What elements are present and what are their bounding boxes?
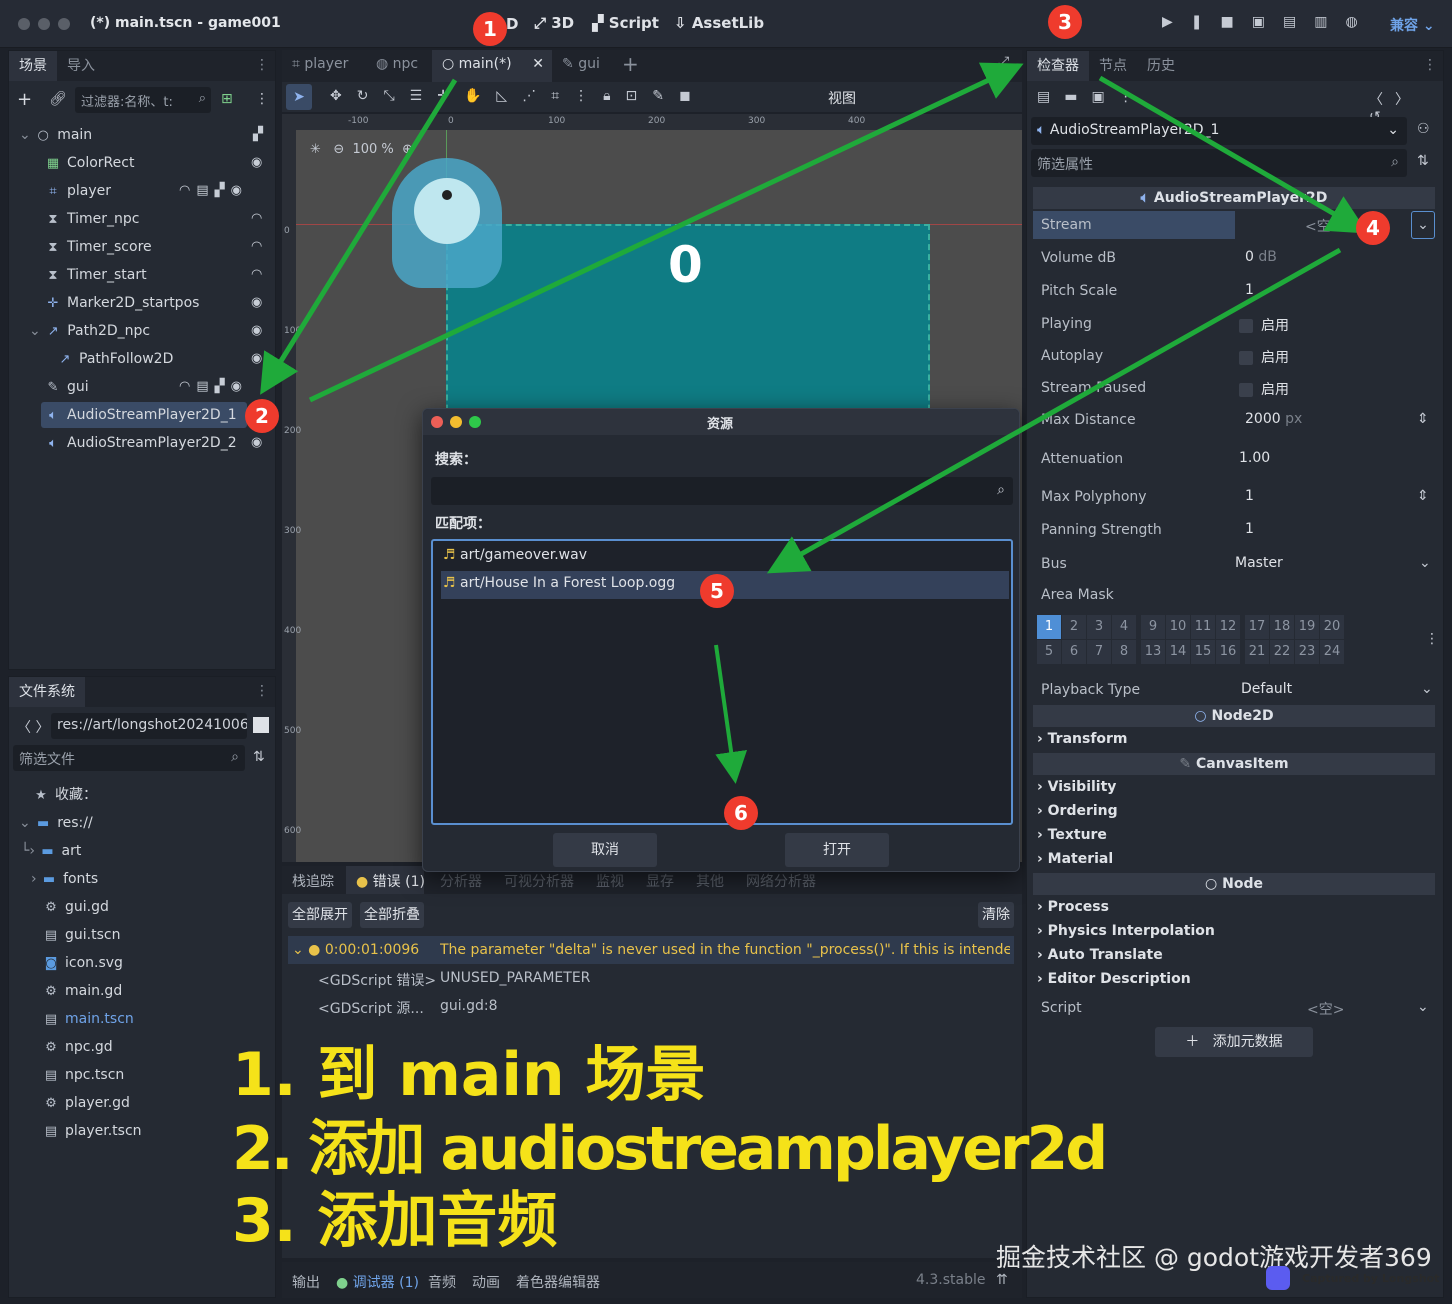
watermark-text: 掘金技术社区 @ godot游戏开发者369 — [996, 1243, 1432, 1272]
arrow-to-file — [766, 247, 1342, 574]
longshot-logo-icon — [1266, 1266, 1290, 1290]
annotation-badge-3: 3 — [1048, 5, 1082, 39]
arrow-to-inspector — [308, 62, 1024, 403]
annotation-badge-4: 4 — [1356, 211, 1390, 245]
annotation-badge-1: 1 — [473, 12, 507, 46]
arrow-to-stream — [1098, 75, 1368, 234]
arrow-to-scene-tree — [260, 78, 458, 395]
annotation-badge-2: 2 — [245, 399, 279, 433]
annotation-badge-5: 5 — [700, 574, 734, 608]
arrow-to-open — [714, 644, 748, 784]
annotation-step-3: 3. 添加音频 — [232, 1186, 558, 1256]
captured-by-label: Captured by Longshot — [1302, 1272, 1440, 1285]
annotation-badge-6: 6 — [724, 796, 758, 830]
